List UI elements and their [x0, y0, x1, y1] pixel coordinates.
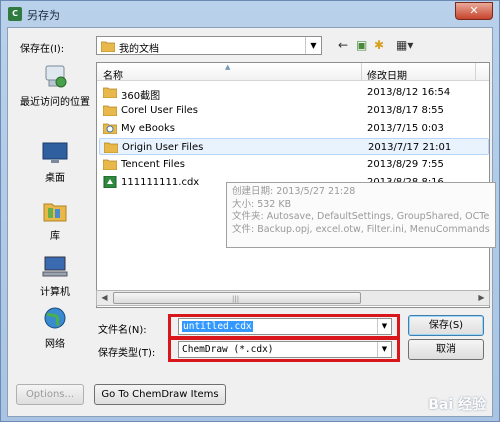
computer-icon — [42, 256, 68, 277]
save-in-value: 我的文档 — [119, 44, 159, 55]
list-item[interactable]: Tencent Files 2013/8/29 7:55 — [99, 156, 489, 173]
place-label: 网络 — [45, 339, 65, 350]
tooltip-folders: 文件夹: Autosave, DefaultSettings, GroupSha… — [232, 211, 490, 222]
column-divider[interactable] — [361, 63, 362, 81]
filename-label: 文件名(N): — [98, 325, 147, 336]
folder-icon — [101, 41, 115, 52]
tooltip-created: 创建日期: 2013/5/27 21:28 — [232, 186, 356, 197]
column-divider[interactable] — [475, 63, 476, 81]
save-as-dialog: C 另存为 ✕ 保存在(I): 我的文档 ▼ ← ▣ ✱ ▦▾ 最近访问的位置 … — [0, 0, 500, 422]
horizontal-scrollbar[interactable]: ◀ ||| ▶ — [96, 290, 490, 306]
tooltip-files: 文件: Backup.opj, excel.otw, Filter.ini, M… — [232, 223, 490, 235]
list-item[interactable]: Corel User Files 2013/8/17 8:55 — [99, 102, 489, 119]
file-date: 2013/8/17 8:55 — [367, 105, 444, 116]
cancel-button[interactable]: 取消 — [408, 339, 484, 360]
desktop-icon — [42, 142, 68, 163]
file-name: 111111111.cdx — [121, 177, 200, 188]
library-icon — [43, 203, 67, 222]
list-item[interactable]: 360截图 2013/8/12 16:54 — [99, 84, 489, 102]
place-label: 库 — [50, 231, 60, 242]
up-folder-button[interactable]: ▣ — [356, 37, 367, 53]
chemdraw-file-icon — [103, 176, 117, 188]
close-button[interactable]: ✕ — [455, 2, 493, 20]
scroll-right-icon[interactable]: ▶ — [474, 291, 489, 305]
scroll-thumb[interactable]: ||| — [113, 292, 361, 304]
place-label: 桌面 — [45, 173, 65, 184]
new-folder-button[interactable]: ✱ — [374, 37, 384, 53]
file-name: Corel User Files — [121, 105, 199, 116]
list-item[interactable]: My eBooks 2013/7/15 0:03 — [99, 120, 489, 137]
file-date: 2013/7/17 21:01 — [368, 142, 452, 153]
network-icon — [44, 307, 66, 329]
chevron-down-icon[interactable]: ▼ — [377, 342, 391, 357]
save-in-dropdown[interactable]: 我的文档 ▼ — [96, 36, 322, 55]
place-computer[interactable]: 计算机 — [14, 254, 96, 298]
file-date: 2013/8/29 7:55 — [367, 159, 444, 170]
folder-icon — [103, 159, 117, 170]
recent-icon — [45, 65, 67, 88]
file-name: My eBooks — [121, 123, 175, 134]
folder-info-tooltip: 创建日期: 2013/5/27 21:28 大小: 532 KB 文件夹: Au… — [226, 182, 496, 248]
filetype-label: 保存类型(T): — [98, 348, 156, 359]
grip-icon: ||| — [232, 295, 240, 303]
filename-value: untitled.cdx — [182, 321, 253, 332]
folder-icon — [103, 105, 117, 116]
place-desktop[interactable]: 桌面 — [14, 140, 96, 184]
filetype-select[interactable]: ChemDraw (*.cdx) ▼ — [178, 341, 392, 358]
file-date: 2013/8/12 16:54 — [367, 87, 451, 98]
watermark-logo: Bai 经验 — [428, 397, 486, 413]
title-bar[interactable]: C 另存为 ✕ — [1, 1, 499, 27]
list-item-hovered[interactable]: Origin User Files 2013/7/17 21:01 — [99, 138, 489, 155]
filename-input[interactable]: untitled.cdx ▼ — [178, 318, 392, 335]
dialog-body: 保存在(I): 我的文档 ▼ ← ▣ ✱ ▦▾ 最近访问的位置 桌面 库 计算机… — [7, 27, 496, 417]
save-button[interactable]: 保存(S) — [408, 315, 484, 336]
options-button[interactable]: Options... — [16, 384, 84, 405]
place-network[interactable]: 网络 — [14, 306, 96, 350]
list-header: 名称 ▲ 修改日期 — [97, 63, 489, 82]
file-name: Origin User Files — [122, 142, 204, 153]
back-button[interactable]: ← — [338, 37, 348, 53]
go-to-chemdraw-items-button[interactable]: Go To ChemDraw Items — [94, 384, 226, 405]
folder-icon — [103, 87, 117, 98]
place-recent[interactable]: 最近访问的位置 — [14, 64, 96, 108]
window-title: 另存为 — [27, 9, 60, 22]
chevron-down-icon[interactable]: ▼ — [377, 319, 391, 334]
file-name: Tencent Files — [121, 159, 185, 170]
column-header-date[interactable]: 修改日期 — [367, 67, 407, 82]
save-in-label: 保存在(I): — [20, 44, 65, 55]
place-library[interactable]: 库 — [14, 198, 96, 242]
places-bar: 最近访问的位置 桌面 库 计算机 网络 — [14, 64, 96, 350]
folder-icon — [104, 142, 118, 153]
file-name: 360截图 — [121, 91, 161, 102]
filetype-value: ChemDraw (*.cdx) — [182, 344, 274, 355]
place-label: 计算机 — [40, 287, 70, 298]
view-menu-button[interactable]: ▦▾ — [396, 37, 413, 53]
ebook-folder-icon — [103, 123, 117, 134]
place-label: 最近访问的位置 — [20, 97, 90, 108]
column-header-name[interactable]: 名称 — [103, 67, 123, 82]
file-date: 2013/7/15 0:03 — [367, 123, 444, 134]
sort-ascending-icon: ▲ — [225, 63, 231, 71]
scroll-left-icon[interactable]: ◀ — [97, 291, 112, 305]
tooltip-size: 大小: 532 KB — [232, 198, 292, 210]
chevron-down-icon[interactable]: ▼ — [305, 37, 321, 54]
chemdraw-app-icon: C — [8, 7, 22, 21]
